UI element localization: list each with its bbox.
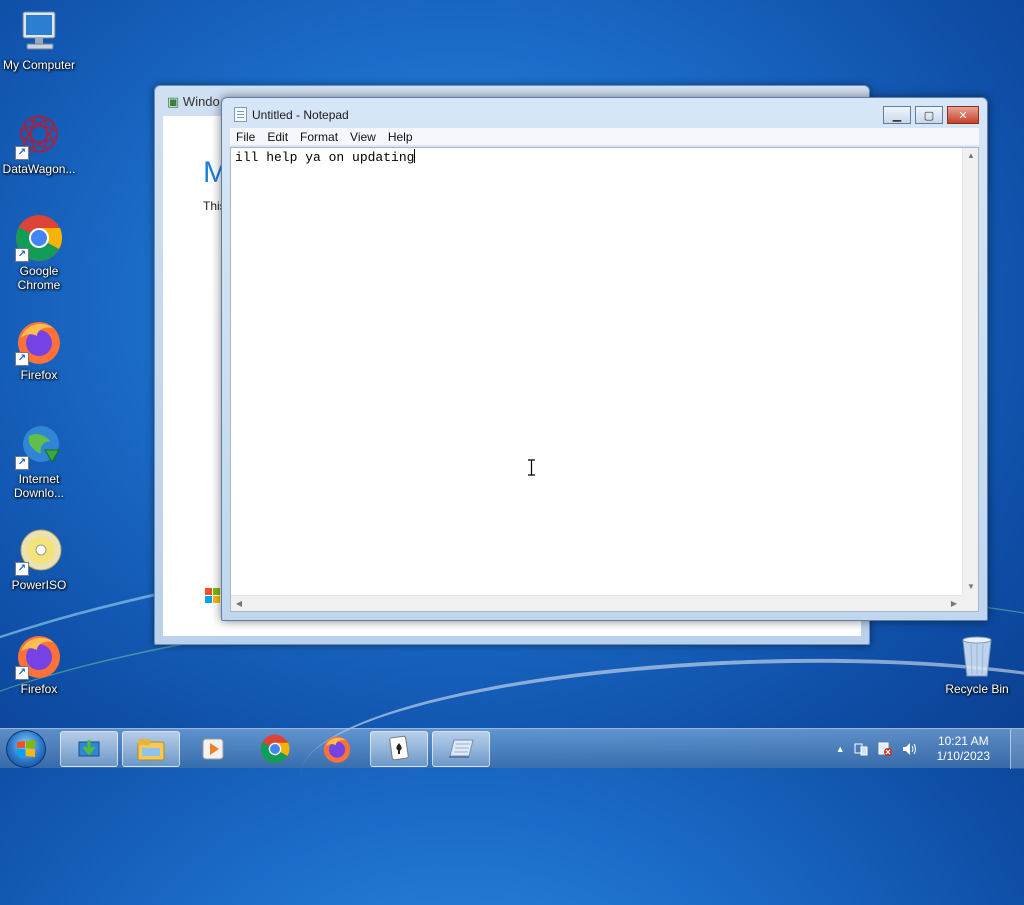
desktop-icon-label: PowerISO (11, 578, 67, 592)
minimize-button[interactable]: ▁ (883, 106, 911, 124)
clock-time: 10:21 AM (937, 734, 989, 748)
menu-bar: File Edit Format View Help (230, 128, 979, 146)
firefox-taskbar-icon (323, 736, 351, 763)
shortcut-arrow-icon: ↗ (15, 146, 29, 160)
maximize-icon: ▢ (923, 109, 935, 122)
clock-date: 1/10/2023 (936, 749, 990, 763)
text-caret (414, 149, 416, 163)
system-tray: ▲ 10:21 AM 1/10/2023 (836, 729, 990, 769)
show-desktop-button[interactable] (1010, 729, 1024, 769)
start-button[interactable] (6, 730, 46, 768)
poweriso-icon: ↗ (15, 528, 63, 576)
scroll-right-icon[interactable]: ▶ (946, 596, 962, 612)
notepad-taskbar-icon (449, 739, 474, 758)
scroll-up-icon[interactable]: ▲ (963, 148, 979, 164)
desktop-icon-label: Recycle Bin (945, 682, 1009, 696)
shortcut-arrow-icon: ↗ (15, 352, 29, 366)
desktop-icon-label: My Computer (2, 58, 76, 72)
show-hidden-icons-icon[interactable]: ▲ (836, 744, 845, 754)
idm-taskbar-icon (78, 740, 100, 757)
close-button[interactable]: ✕ (947, 106, 979, 124)
explorer-taskbar-icon (137, 739, 165, 761)
caption-buttons: ▁ ▢ ✕ (883, 106, 979, 124)
text-editor[interactable]: ill help ya on updating ▲ ▼ ◀ ▶ (230, 147, 979, 612)
action-center-icon[interactable] (853, 741, 869, 757)
volume-icon[interactable] (901, 741, 919, 757)
desktop-icon-label: DataWagon... (2, 162, 76, 176)
scroll-down-icon[interactable]: ▼ (963, 579, 979, 595)
datawagon-icon: ↗ (15, 112, 63, 160)
taskbar-firefox[interactable] (308, 731, 366, 767)
desktop-icon-my-computer[interactable]: My Computer (0, 8, 78, 72)
network-error-icon[interactable] (877, 741, 893, 757)
taskbar-explorer[interactable] (122, 731, 180, 767)
recycle-bin-icon (953, 632, 1001, 680)
desktop-icon-datawagon[interactable]: ↗ DataWagon... (0, 112, 78, 176)
editor-text: ill help ya on updating (235, 150, 415, 165)
shortcut-arrow-icon: ↗ (15, 562, 29, 576)
microsoft-logo-icon (205, 588, 221, 604)
desktop-icon-poweriso[interactable]: ↗ PowerISO (0, 528, 78, 592)
clock[interactable]: 10:21 AM 1/10/2023 (937, 734, 990, 764)
shortcut-arrow-icon: ↗ (15, 456, 29, 470)
my-computer-icon (15, 8, 63, 56)
taskbar-media-player[interactable] (184, 731, 242, 767)
minimize-icon: ▁ (892, 109, 902, 122)
taskbar-idm[interactable] (60, 731, 118, 767)
app-icon: ▣ (167, 94, 180, 109)
desktop-icon-label: Internet Downlo... (13, 472, 65, 500)
taskbar-notepad[interactable] (432, 731, 490, 767)
windows-logo-icon (17, 740, 35, 757)
desktop-icon-recycle-bin[interactable]: Recycle Bin (938, 632, 1016, 696)
chrome-icon: ↗ (15, 214, 63, 262)
desktop-icon-internet-download-manager[interactable]: ↗ Internet Downlo... (0, 422, 78, 500)
firefox-icon: ↗ (15, 318, 63, 366)
notepad-window[interactable]: Untitled - Notepad ▁ ▢ ✕ File Edit Forma… (221, 97, 988, 621)
horizontal-scrollbar[interactable]: ◀ ▶ (231, 595, 962, 611)
menu-view[interactable]: View (344, 130, 382, 144)
editor-content[interactable]: ill help ya on updating (233, 148, 962, 595)
scroll-corner (962, 595, 978, 611)
menu-file[interactable]: File (230, 130, 261, 144)
desktop-icon-firefox[interactable]: ↗ Firefox (0, 318, 78, 382)
internet-download-manager-icon: ↗ (15, 422, 63, 470)
window-title: Untitled - Notepad (252, 108, 349, 122)
background-window-title: ▣ Windo (167, 94, 220, 109)
shortcut-arrow-icon: ↗ (15, 666, 29, 680)
menu-format[interactable]: Format (294, 130, 344, 144)
chrome-taskbar-icon (260, 734, 290, 764)
menu-edit[interactable]: Edit (261, 130, 294, 144)
desktop-icon-label: Firefox (20, 682, 58, 696)
firefox-icon: ↗ (15, 632, 63, 680)
ibeam-cursor-icon (528, 459, 535, 476)
taskbar: ▲ 10:21 AM 1/10/2023 (0, 728, 1024, 769)
taskbar-solitaire[interactable] (370, 731, 428, 767)
close-icon: ✕ (958, 109, 968, 122)
shortcut-arrow-icon: ↗ (15, 248, 29, 262)
notepad-icon (234, 107, 247, 122)
desktop-icon-label: Google Chrome (17, 264, 61, 292)
desktop-icon-firefox-2[interactable]: ↗ Firefox (0, 632, 78, 696)
solitaire-taskbar-icon (389, 735, 409, 761)
desktop-icon-google-chrome[interactable]: ↗ Google Chrome (0, 214, 78, 292)
desktop-icon-label: Firefox (20, 368, 58, 382)
menu-help[interactable]: Help (382, 130, 419, 144)
media-player-taskbar-icon (202, 738, 224, 760)
scroll-left-icon[interactable]: ◀ (231, 596, 247, 612)
maximize-button[interactable]: ▢ (915, 106, 943, 124)
taskbar-chrome[interactable] (246, 731, 304, 767)
vertical-scrollbar[interactable]: ▲ ▼ (962, 148, 978, 595)
